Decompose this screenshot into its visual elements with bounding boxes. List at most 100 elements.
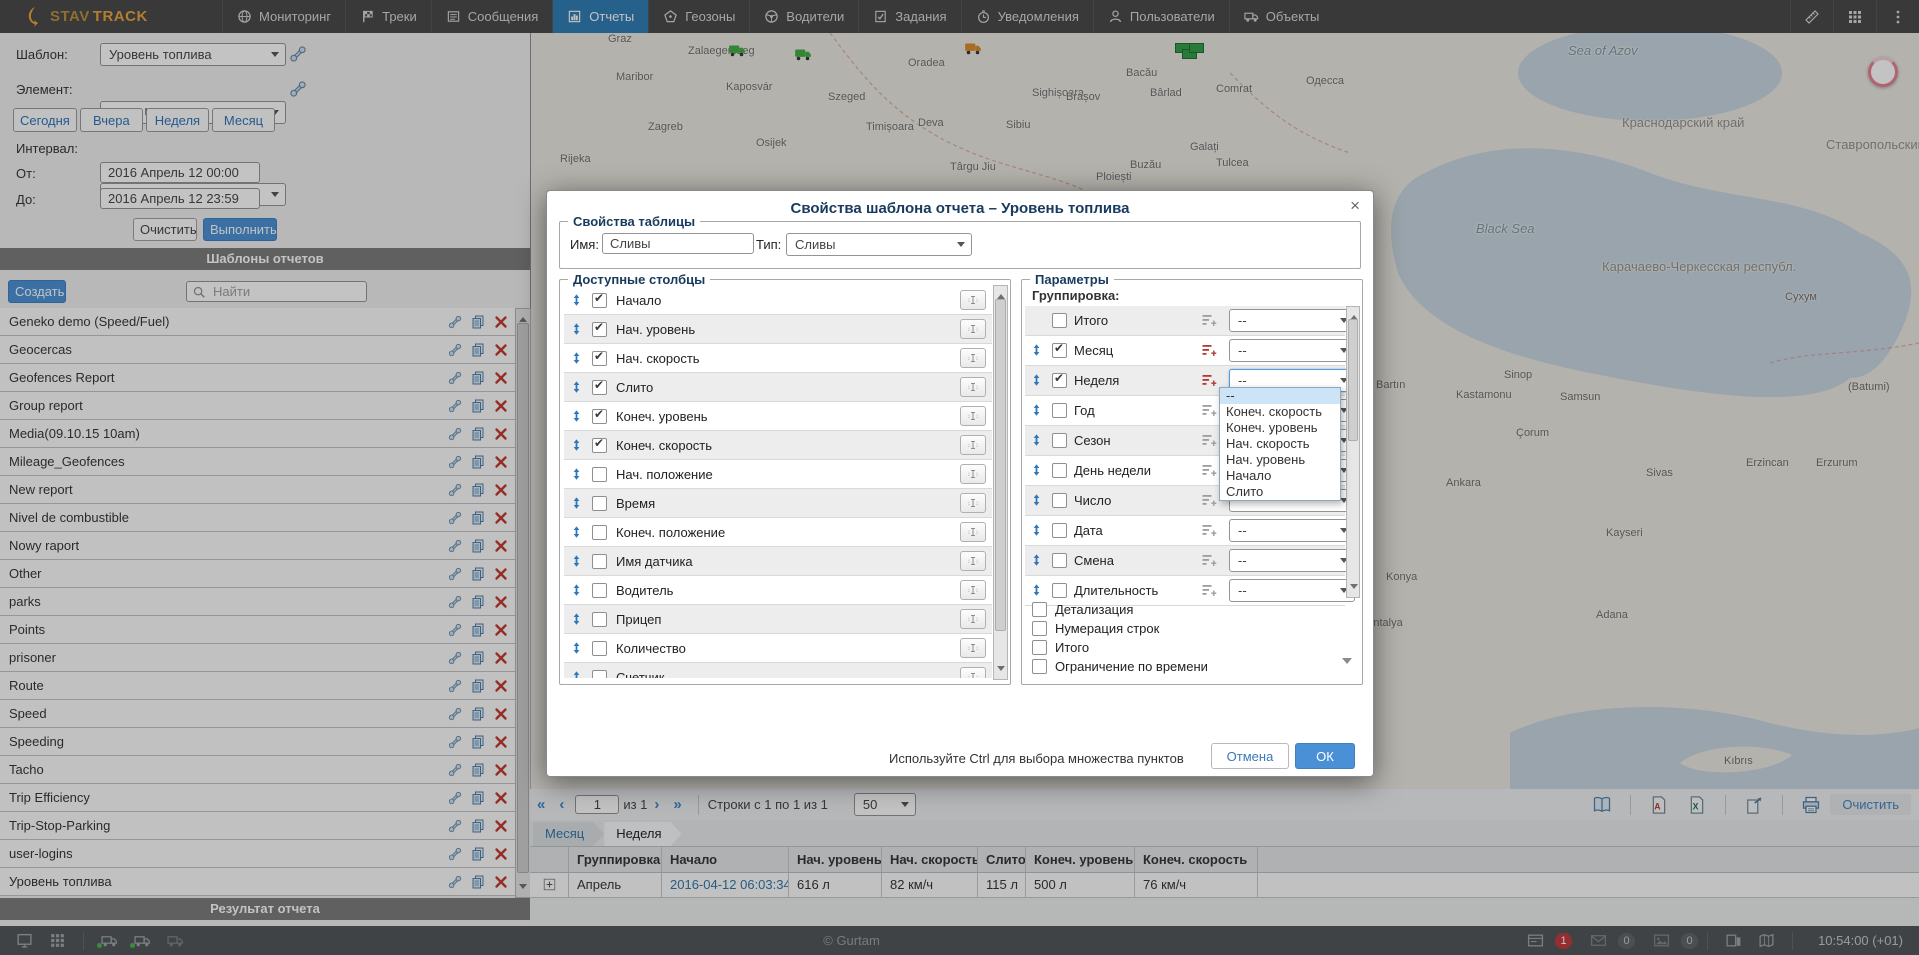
grouping-row[interactable]: Месяц-- bbox=[1025, 336, 1345, 366]
column-row[interactable]: Слито bbox=[564, 373, 992, 402]
columns-scrollbar[interactable] bbox=[993, 285, 1008, 680]
rename-column-button[interactable] bbox=[960, 290, 986, 310]
grouping-checkbox[interactable] bbox=[1052, 403, 1067, 418]
move-row-icon[interactable] bbox=[1030, 462, 1043, 478]
sort-order-icon[interactable] bbox=[1201, 402, 1217, 418]
column-checkbox[interactable] bbox=[592, 351, 607, 366]
column-checkbox[interactable] bbox=[592, 293, 607, 308]
move-row-icon[interactable] bbox=[1030, 522, 1043, 538]
option-checkbox[interactable] bbox=[1032, 640, 1047, 655]
sort-order-icon[interactable] bbox=[1201, 342, 1217, 358]
move-row-icon[interactable] bbox=[1030, 432, 1043, 448]
rename-column-button[interactable] bbox=[960, 667, 986, 678]
option-row[interactable]: Итого bbox=[1032, 638, 1208, 657]
column-row[interactable]: Время bbox=[564, 489, 992, 518]
grouping-checkbox[interactable] bbox=[1052, 553, 1067, 568]
move-column-icon[interactable] bbox=[570, 466, 583, 482]
options-scroll-down-icon[interactable] bbox=[1342, 658, 1352, 669]
params-scrollbar[interactable] bbox=[1346, 306, 1360, 598]
dropdown-option[interactable]: Нач. уровень bbox=[1220, 452, 1340, 468]
move-column-icon[interactable] bbox=[570, 582, 583, 598]
grouping-select[interactable]: -- bbox=[1229, 519, 1355, 542]
column-checkbox[interactable] bbox=[592, 641, 607, 656]
move-row-icon[interactable] bbox=[1030, 342, 1043, 358]
column-checkbox[interactable] bbox=[592, 612, 607, 627]
sort-order-icon[interactable] bbox=[1201, 522, 1217, 538]
column-row[interactable]: Имя датчика bbox=[564, 547, 992, 576]
dropdown-option[interactable]: Конеч. уровень bbox=[1220, 420, 1340, 436]
grouping-checkbox[interactable] bbox=[1052, 313, 1067, 328]
dropdown-option[interactable]: -- bbox=[1220, 388, 1340, 404]
ok-button[interactable]: ОК bbox=[1295, 743, 1355, 769]
move-column-icon[interactable] bbox=[570, 350, 583, 366]
rename-column-button[interactable] bbox=[960, 377, 986, 397]
sort-order-icon[interactable] bbox=[1201, 312, 1217, 328]
grouping-checkbox[interactable] bbox=[1052, 373, 1067, 388]
scroll-down-icon[interactable] bbox=[1350, 584, 1358, 593]
option-row[interactable]: Нумерация строк bbox=[1032, 619, 1208, 638]
grouping-row[interactable]: Смена-- bbox=[1025, 546, 1345, 576]
move-column-icon[interactable] bbox=[570, 495, 583, 511]
rename-column-button[interactable] bbox=[960, 435, 986, 455]
grouping-select[interactable]: -- bbox=[1229, 579, 1355, 602]
dropdown-option[interactable]: Нач. скорость bbox=[1220, 436, 1340, 452]
column-checkbox[interactable] bbox=[592, 380, 607, 395]
move-column-icon[interactable] bbox=[570, 379, 583, 395]
rename-column-button[interactable] bbox=[960, 406, 986, 426]
rename-column-button[interactable] bbox=[960, 580, 986, 600]
column-checkbox[interactable] bbox=[592, 554, 607, 569]
column-checkbox[interactable] bbox=[592, 525, 607, 540]
column-checkbox[interactable] bbox=[592, 409, 607, 424]
column-row[interactable]: Конеч. скорость bbox=[564, 431, 992, 460]
grouping-checkbox[interactable] bbox=[1052, 493, 1067, 508]
move-column-icon[interactable] bbox=[570, 669, 583, 678]
option-checkbox[interactable] bbox=[1032, 602, 1047, 617]
sort-order-icon[interactable] bbox=[1201, 582, 1217, 598]
sort-order-icon[interactable] bbox=[1201, 462, 1217, 478]
dropdown-option[interactable]: Слито bbox=[1220, 484, 1340, 500]
rename-column-button[interactable] bbox=[960, 464, 986, 484]
column-checkbox[interactable] bbox=[592, 467, 607, 482]
scroll-thumb[interactable] bbox=[995, 299, 1006, 631]
move-column-icon[interactable] bbox=[570, 553, 583, 569]
grouping-select[interactable]: -- bbox=[1229, 339, 1355, 362]
rename-column-button[interactable] bbox=[960, 522, 986, 542]
move-column-icon[interactable] bbox=[570, 292, 583, 308]
column-row[interactable]: Количество bbox=[564, 634, 992, 663]
column-checkbox[interactable] bbox=[592, 670, 607, 679]
rename-column-button[interactable] bbox=[960, 638, 986, 658]
option-row[interactable]: Детализация bbox=[1032, 600, 1208, 619]
move-column-icon[interactable] bbox=[570, 437, 583, 453]
grouping-checkbox[interactable] bbox=[1052, 433, 1067, 448]
column-row[interactable]: Прицеп bbox=[564, 605, 992, 634]
grouping-checkbox[interactable] bbox=[1052, 463, 1067, 478]
grouping-select[interactable]: -- bbox=[1229, 549, 1355, 572]
column-row[interactable]: Водитель bbox=[564, 576, 992, 605]
sort-order-icon[interactable] bbox=[1201, 372, 1217, 388]
dropdown-option[interactable]: Начало bbox=[1220, 468, 1340, 484]
option-row[interactable]: Ограничение по времени bbox=[1032, 657, 1208, 676]
option-checkbox[interactable] bbox=[1032, 659, 1047, 674]
option-checkbox[interactable] bbox=[1032, 621, 1047, 636]
column-checkbox[interactable] bbox=[592, 322, 607, 337]
rename-column-button[interactable] bbox=[960, 319, 986, 339]
column-checkbox[interactable] bbox=[592, 583, 607, 598]
grouping-checkbox[interactable] bbox=[1052, 343, 1067, 358]
grouping-checkbox[interactable] bbox=[1052, 583, 1067, 598]
move-row-icon[interactable] bbox=[1030, 372, 1043, 388]
table-type-select[interactable]: Сливы bbox=[786, 233, 972, 256]
column-checkbox[interactable] bbox=[592, 438, 607, 453]
sort-order-icon[interactable] bbox=[1201, 432, 1217, 448]
sort-order-icon[interactable] bbox=[1201, 492, 1217, 508]
move-column-icon[interactable] bbox=[570, 524, 583, 540]
grouping-checkbox[interactable] bbox=[1052, 523, 1067, 538]
grouping-row[interactable]: Дата-- bbox=[1025, 516, 1345, 546]
column-row[interactable]: Конеч. уровень bbox=[564, 402, 992, 431]
column-row[interactable]: Нач. положение bbox=[564, 460, 992, 489]
rename-column-button[interactable] bbox=[960, 551, 986, 571]
column-checkbox[interactable] bbox=[592, 496, 607, 511]
grouping-row[interactable]: Итого-- bbox=[1025, 306, 1345, 336]
column-row[interactable]: Начало bbox=[564, 286, 992, 315]
scroll-thumb[interactable] bbox=[1348, 319, 1358, 441]
rename-column-button[interactable] bbox=[960, 493, 986, 513]
